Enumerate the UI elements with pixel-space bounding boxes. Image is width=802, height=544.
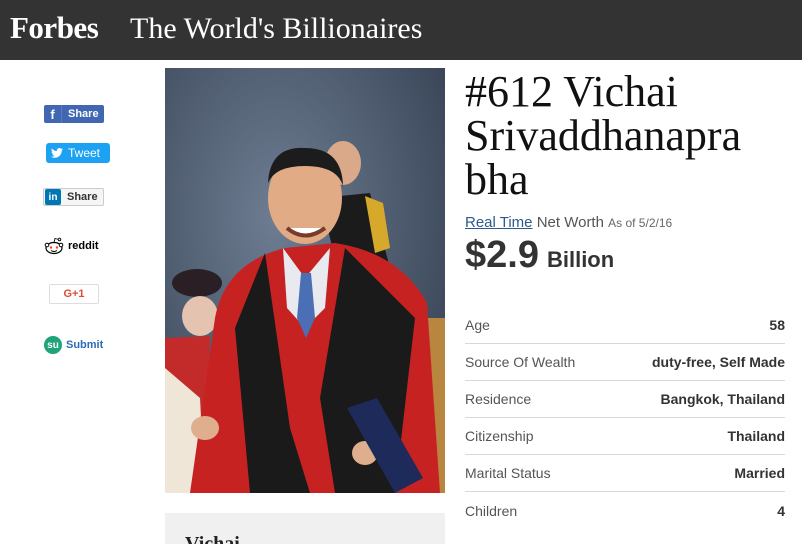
linkedin-icon: in bbox=[45, 189, 61, 205]
fact-label: Citizenship bbox=[465, 428, 534, 444]
fact-value: 58 bbox=[769, 317, 785, 333]
fact-row-marital-status: Marital Status Married bbox=[465, 455, 785, 492]
stumbleupon-icon: su bbox=[44, 336, 62, 354]
linkedin-share-button[interactable]: in Share bbox=[43, 188, 104, 206]
stumbleupon-submit-label: Submit bbox=[66, 339, 104, 351]
forbes-logo[interactable]: Forbes bbox=[10, 10, 99, 46]
fact-value: 4 bbox=[777, 502, 785, 519]
linkedin-share-label: Share bbox=[67, 191, 98, 203]
fact-row-children: Children 4 bbox=[465, 492, 785, 529]
fact-value: Bangkok, Thailand bbox=[660, 391, 785, 407]
fact-label: Residence bbox=[465, 391, 532, 407]
profile-facts-table: Age 58 Source Of Wealth duty-free, Self … bbox=[465, 307, 785, 529]
reddit-label: reddit bbox=[68, 240, 99, 252]
fact-value: Married bbox=[734, 465, 785, 481]
net-worth-amount: $2.9 bbox=[465, 234, 539, 276]
net-worth-line: Real Time Net Worth As of 5/2/16 bbox=[465, 214, 672, 231]
fact-row-citizenship: Citizenship Thailand bbox=[465, 418, 785, 455]
fact-label: Marital Status bbox=[465, 465, 551, 481]
fact-value: duty-free, Self Made bbox=[651, 354, 785, 370]
facebook-icon: f bbox=[44, 105, 62, 123]
twitter-tweet-label: Tweet bbox=[68, 146, 101, 160]
facebook-share-label: Share bbox=[68, 108, 99, 120]
net-worth-value: $2.9 Billion bbox=[465, 234, 614, 277]
reddit-share-button[interactable]: reddit bbox=[44, 236, 99, 256]
fact-row-residence: Residence Bangkok, Thailand bbox=[465, 381, 785, 418]
google-plus-button[interactable]: G+1 bbox=[49, 284, 99, 304]
bio-name-heading: Vichai bbox=[185, 533, 240, 544]
net-worth-label: Net Worth bbox=[536, 214, 604, 231]
fact-value: Thailand bbox=[727, 428, 785, 444]
real-time-link[interactable]: Real Time bbox=[465, 214, 533, 231]
reddit-alien-icon bbox=[44, 236, 64, 256]
rank-and-name-heading: #612 Vichai Srivaddhanapra bha bbox=[465, 67, 742, 204]
stumbleupon-submit-button[interactable]: su Submit bbox=[44, 335, 103, 355]
twitter-tweet-button[interactable]: Tweet bbox=[46, 143, 110, 163]
twitter-bird-icon bbox=[46, 148, 64, 158]
facebook-share-button[interactable]: f Share bbox=[44, 105, 104, 123]
fact-row-source-of-wealth: Source Of Wealth duty-free, Self Made bbox=[465, 344, 785, 381]
google-plus-label: G+1 bbox=[63, 288, 85, 300]
fact-label: Children bbox=[465, 502, 518, 519]
section-title[interactable]: The World's Billionaires bbox=[130, 12, 422, 46]
fact-label: Age bbox=[465, 317, 490, 333]
top-header: Forbes The World's Billionaires bbox=[0, 0, 802, 60]
fact-label: Source Of Wealth bbox=[465, 354, 576, 370]
as-of-date: As of 5/2/16 bbox=[608, 216, 673, 230]
bio-box: Vichai bbox=[165, 513, 445, 544]
fact-row-age: Age 58 bbox=[465, 307, 785, 344]
net-worth-unit: Billion bbox=[546, 247, 615, 272]
profile-photo bbox=[165, 68, 445, 493]
